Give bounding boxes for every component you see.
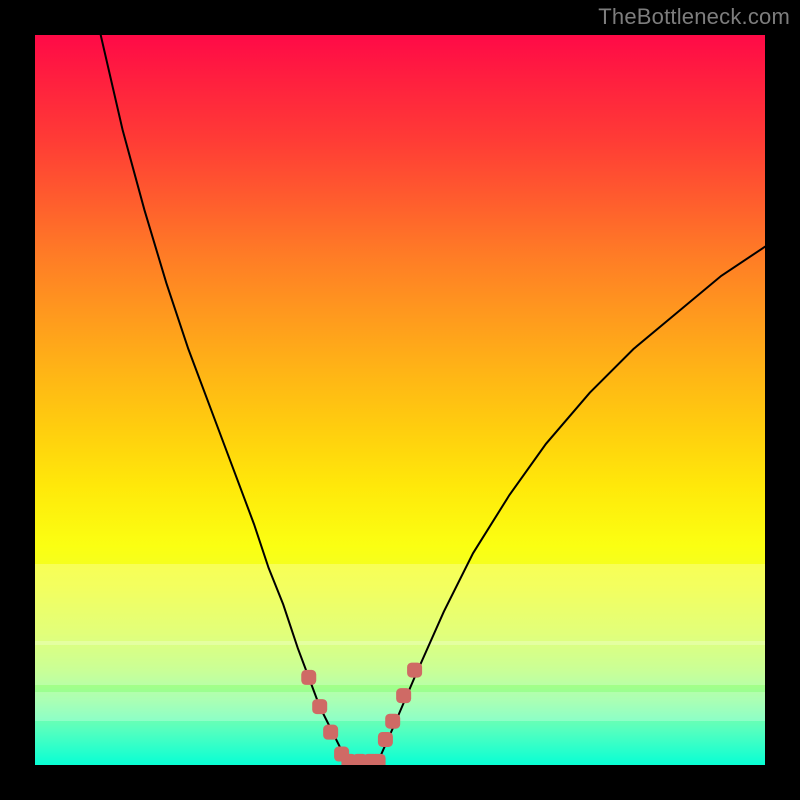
- haze-band: [35, 641, 765, 685]
- highlight-marker: [323, 725, 338, 740]
- highlight-marker: [396, 688, 411, 703]
- highlight-marker: [334, 747, 349, 762]
- highlight-marker: [363, 754, 378, 765]
- curve-layer: [35, 35, 765, 765]
- highlight-marker: [301, 670, 316, 685]
- haze-band: [35, 564, 765, 644]
- chart-stage: TheBottleneck.com: [0, 0, 800, 800]
- highlight-marker: [407, 663, 422, 678]
- highlight-marker: [341, 754, 356, 765]
- curve-left-branch: [101, 35, 349, 761]
- watermark-text: TheBottleneck.com: [598, 4, 790, 30]
- plot-area: [35, 35, 765, 765]
- highlight-marker: [352, 754, 367, 765]
- highlight-marker: [312, 699, 327, 714]
- highlight-marker: [371, 754, 386, 765]
- curve-right-branch: [378, 247, 765, 762]
- highlight-marker: [385, 714, 400, 729]
- highlight-marker: [378, 732, 393, 747]
- haze-band: [35, 692, 765, 721]
